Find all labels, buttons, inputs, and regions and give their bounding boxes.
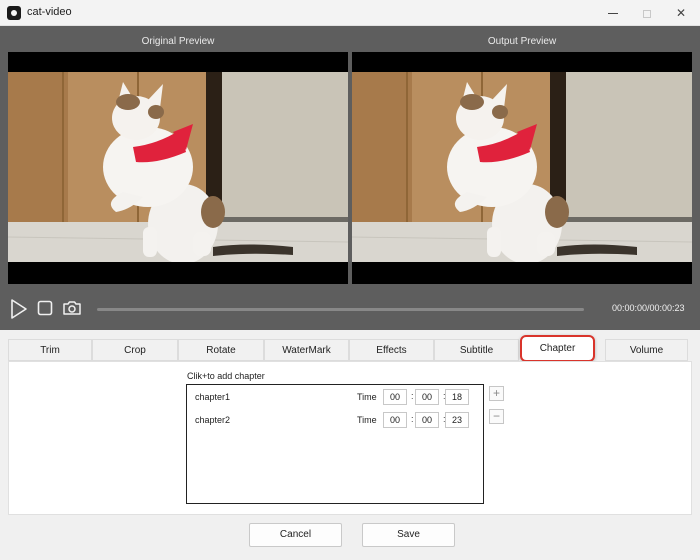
time-label: Time	[357, 392, 377, 402]
stop-icon	[37, 300, 53, 316]
camera-icon	[63, 301, 81, 315]
timecode: 00:00:00/00:00:23	[612, 303, 685, 313]
time-separator: :	[411, 414, 414, 424]
tab-watermark[interactable]: WaterMark	[264, 339, 349, 361]
time-label: Time	[357, 415, 377, 425]
maximize-button[interactable]	[630, 3, 664, 23]
tab-effects[interactable]: Effects	[349, 339, 434, 361]
seconds-field[interactable]: 18	[445, 389, 469, 405]
hours-field[interactable]: 00	[383, 389, 407, 405]
add-chapter-button[interactable]: +	[489, 386, 504, 401]
chapter-row[interactable]: chapter2 Time 00 : 00 : 23	[187, 410, 483, 430]
minutes-field[interactable]: 00	[415, 412, 439, 428]
output-preview-label: Output Preview	[487, 36, 557, 47]
time-separator: :	[411, 391, 414, 401]
original-preview-label: Original Preview	[141, 36, 215, 47]
chapter-name: chapter1	[195, 392, 231, 402]
preview-area: Original Preview Output Preview 00:00:00…	[0, 26, 700, 330]
stop-button[interactable]	[37, 300, 53, 319]
play-icon	[11, 299, 27, 319]
player-controls: 00:00:00/00:00:23	[0, 294, 700, 324]
add-chapter-hint: Clik+to add chapter	[187, 371, 265, 381]
tab-volume[interactable]: Volume	[605, 339, 688, 361]
window-title: cat-video	[27, 6, 72, 18]
title-bar: cat-video ✕	[0, 0, 700, 26]
chapter-row[interactable]: chapter1 Time 00 : 00 : 18	[187, 387, 483, 407]
output-video-frame	[352, 72, 692, 262]
minimize-icon	[608, 13, 618, 15]
save-button[interactable]: Save	[362, 523, 455, 547]
cancel-button[interactable]: Cancel	[249, 523, 342, 547]
snapshot-button[interactable]	[62, 300, 82, 319]
minutes-field[interactable]: 00	[415, 389, 439, 405]
seconds-field[interactable]: 23	[445, 412, 469, 428]
tab-crop[interactable]: Crop	[92, 339, 178, 361]
minimize-button[interactable]	[596, 3, 630, 23]
play-button[interactable]	[10, 298, 28, 323]
hours-field[interactable]: 00	[383, 412, 407, 428]
progress-bar[interactable]	[97, 308, 584, 311]
maximize-icon	[643, 9, 651, 18]
chapter-list[interactable]: chapter1 Time 00 : 00 : 18 chapter2 Time…	[186, 384, 484, 504]
tab-trim[interactable]: Trim	[8, 339, 92, 361]
original-video-frame	[8, 72, 348, 262]
tab-subtitle[interactable]: Subtitle	[434, 339, 519, 361]
output-preview	[352, 52, 692, 284]
app-icon	[7, 6, 21, 20]
close-button[interactable]: ✕	[664, 3, 698, 23]
tab-rotate[interactable]: Rotate	[178, 339, 264, 361]
remove-chapter-button[interactable]: −	[489, 409, 504, 424]
original-preview	[8, 52, 348, 284]
tab-chapter[interactable]: Chapter	[520, 335, 595, 362]
chapter-name: chapter2	[195, 415, 231, 425]
tab-bar: Trim Crop Rotate WaterMark Effects Subti…	[8, 335, 692, 362]
